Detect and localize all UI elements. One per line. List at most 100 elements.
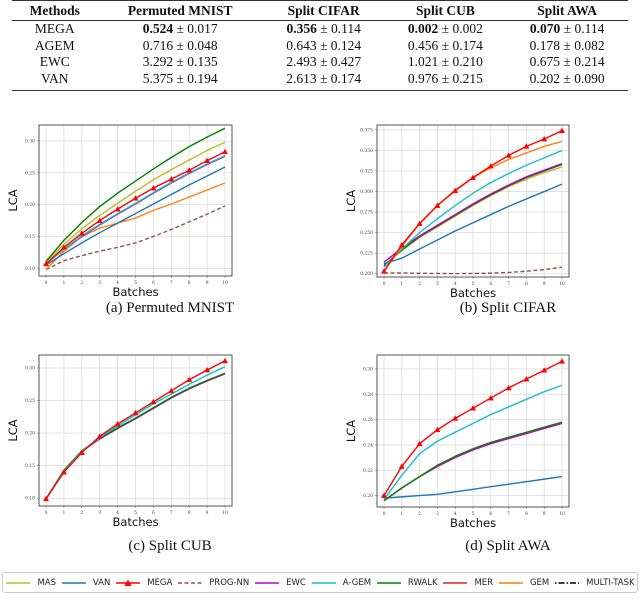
x-tick-label: 7 [170,280,173,286]
legend-line-icon [443,581,468,584]
x-tick-label: 1 [62,280,65,286]
x-tick-label: 9 [206,280,209,286]
y-tick-label: 0.25 [25,398,35,404]
y-tick-label: 0.22 [363,468,373,474]
x-tick-label: 9 [543,511,546,517]
legend-item-ewc: EWC [254,578,306,588]
y-tick-label: 0.225 [360,251,373,257]
y-axis-label: LCA [344,420,358,442]
x-tick-label: 3 [436,281,439,287]
y-tick-label: 0.30 [25,366,35,372]
legend-item-a-gem: A-GEM [311,578,371,588]
chart-c: 0 1 2 3 4 5 6 7 8 9 100.100.150.200.250.30BatchesL… [6,354,233,529]
legend-item-van: VAN [61,578,110,588]
x-tick-label: 8 [525,511,528,517]
x-tick-label: 9 [206,510,209,516]
y-tick-label: 0.10 [25,496,35,502]
x-tick-label: 1 [400,511,403,517]
x-tick-label: 0 [45,510,48,516]
y-tick-label: 0.30 [363,366,373,372]
y-tick-label: 0.200 [360,271,373,277]
legend-line-icon [311,581,336,584]
x-tick-label: 10 [222,510,228,516]
caption-d: (d) Split AWA [465,538,551,554]
y-tick-label: 0.24 [363,442,373,448]
y-axis-label: LCA [344,190,358,212]
x-axis-label: Batches [112,515,158,529]
x-tick-label: 10 [222,280,228,286]
legend-line-icon [255,581,280,584]
y-tick-label: 0.20 [25,431,35,437]
x-tick-label: 3 [436,511,439,517]
chart-d: 0 1 2 3 4 5 6 7 8 9 100.200.220.240.260.280.30Batc… [344,354,570,530]
x-tick-label: 8 [188,280,191,286]
y-tick-label: 0.15 [25,463,35,469]
data-point-marker [558,127,566,134]
x-tick-label: 2 [80,280,83,286]
x-tick-label: 3 [98,510,101,516]
legend-item-multi-task: MULTI-TASK [554,577,635,588]
data-point-marker [558,358,566,364]
x-tick-label: 7 [170,510,173,516]
chart-b: 0 1 2 3 4 5 6 7 8 9 100.2000.2250.2500.2750.3000.3… [344,124,570,300]
legend-label: MEGA [147,577,173,588]
y-tick-label: 0.10 [25,266,35,272]
x-tick-label: 0 [383,281,386,287]
legend-label: MULTI-TASK [586,577,635,588]
legend-label: EWC [286,577,306,588]
legend-label: PROG-NN [209,577,250,588]
y-tick-label: 0.300 [360,189,373,195]
legend-item-mer: MER [442,578,493,588]
data-point-marker [221,357,229,364]
x-tick-label: 0 [383,511,386,517]
x-tick-label: 2 [418,281,421,287]
x-tick-label: 1 [400,281,403,287]
x-tick-label: 9 [543,281,546,287]
y-tick-label: 0.250 [360,230,373,236]
x-tick-label: 7 [507,511,510,517]
legend-label: GEM [529,577,550,588]
legend-label: VAN [92,577,111,588]
legend-label: A-GEM [342,577,372,588]
y-tick-label: 0.275 [360,210,373,216]
y-tick-label: 0.375 [360,127,373,133]
legend-line-icon [498,581,523,584]
x-axis-label: Batches [112,285,158,299]
x-axis-label: Batches [450,516,496,530]
y-tick-label: 0.20 [25,202,35,208]
chart-a: 0 1 2 3 4 5 6 7 8 9 100.100.150.200.250.30BatchesL… [6,124,233,299]
legend-line-icon [376,581,401,584]
legend: MAS VAN MEGA PROG-NN EWC A-GEM RWALK MER GEM MULT… [2,572,638,593]
legend-line-icon [116,579,141,586]
y-tick-label: 0.20 [363,493,373,499]
x-tick-label: 10 [559,511,565,517]
x-tick-label: 8 [525,281,528,287]
legend-line-icon [6,581,31,584]
x-tick-label: 2 [80,510,83,516]
y-tick-label: 0.25 [25,170,35,176]
x-tick-label: 1 [62,510,65,516]
y-axis-label: LCA [6,419,20,441]
y-tick-label: 0.350 [360,148,373,154]
legend-item-mega: MEGA [115,578,172,588]
caption-b: (b) Split CIFAR [459,300,557,316]
caption-c: (c) Split CUB [128,538,212,554]
x-tick-label: 3 [98,280,101,286]
legend-line-icon [555,581,580,584]
legend-line-icon [178,581,203,584]
x-axis-label: Batches [450,286,496,300]
y-tick-label: 0.325 [360,169,373,175]
x-tick-label: 2 [418,511,421,517]
legend-line-icon [61,581,86,584]
legend-item-gem: GEM [498,578,549,588]
y-axis-label: LCA [6,189,20,211]
legend-item-rwalk: RWALK [376,578,438,588]
y-tick-label: 0.15 [25,234,35,240]
x-tick-label: 10 [559,281,565,287]
caption-a: (a) Permuted MNIST [105,300,235,316]
x-tick-label: 8 [188,510,191,516]
legend-item-prog-nn: PROG-NN [177,578,249,588]
y-tick-label: 0.28 [363,392,373,398]
y-tick-label: 0.30 [25,138,35,144]
legend-label: MER [474,577,494,588]
